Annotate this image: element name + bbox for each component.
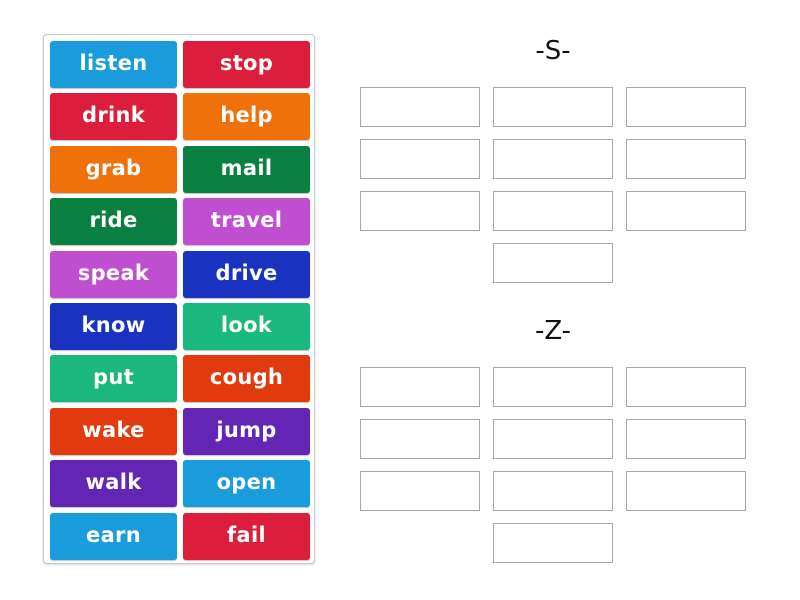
drop-slot[interactable] xyxy=(493,367,613,407)
word-tile[interactable]: speak xyxy=(50,251,177,298)
group-heading: -Z- xyxy=(534,316,572,346)
word-tile[interactable]: travel xyxy=(183,198,310,245)
drop-slot[interactable] xyxy=(626,87,746,127)
word-tile[interactable]: grab xyxy=(50,146,177,193)
word-tile[interactable]: ride xyxy=(50,198,177,245)
word-tile[interactable]: drink xyxy=(50,93,177,140)
drop-slot[interactable] xyxy=(360,367,480,407)
drop-slot[interactable] xyxy=(360,191,480,231)
drop-slot[interactable] xyxy=(493,243,613,283)
word-tile[interactable]: walk xyxy=(50,460,177,507)
drop-slot[interactable] xyxy=(626,367,746,407)
drop-slot[interactable] xyxy=(626,471,746,511)
drop-slot[interactable] xyxy=(493,471,613,511)
word-tile[interactable]: cough xyxy=(183,355,310,402)
word-tile[interactable]: put xyxy=(50,355,177,402)
group-heading: -S- xyxy=(535,36,571,66)
drop-slot[interactable] xyxy=(360,471,480,511)
drop-slot[interactable] xyxy=(493,139,613,179)
drop-slot[interactable] xyxy=(493,523,613,563)
drop-slot[interactable] xyxy=(626,139,746,179)
drop-slot[interactable] xyxy=(626,419,746,459)
drop-slot[interactable] xyxy=(493,191,613,231)
drop-slot[interactable] xyxy=(626,191,746,231)
word-tile[interactable]: fail xyxy=(183,513,310,560)
word-tile[interactable]: jump xyxy=(183,408,310,455)
drop-slot[interactable] xyxy=(360,87,480,127)
drop-slot[interactable] xyxy=(493,87,613,127)
word-tile[interactable]: mail xyxy=(183,146,310,193)
drop-slot[interactable] xyxy=(360,139,480,179)
word-tile[interactable]: help xyxy=(183,93,310,140)
word-tile[interactable]: open xyxy=(183,460,310,507)
drop-slot[interactable] xyxy=(360,419,480,459)
word-tile[interactable]: earn xyxy=(50,513,177,560)
word-tile[interactable]: know xyxy=(50,303,177,350)
word-tile[interactable]: drive xyxy=(183,251,310,298)
word-tile[interactable]: wake xyxy=(50,408,177,455)
word-tile[interactable]: listen xyxy=(50,41,177,88)
word-tile[interactable]: stop xyxy=(183,41,310,88)
drop-slot[interactable] xyxy=(493,419,613,459)
word-tile[interactable]: look xyxy=(183,303,310,350)
